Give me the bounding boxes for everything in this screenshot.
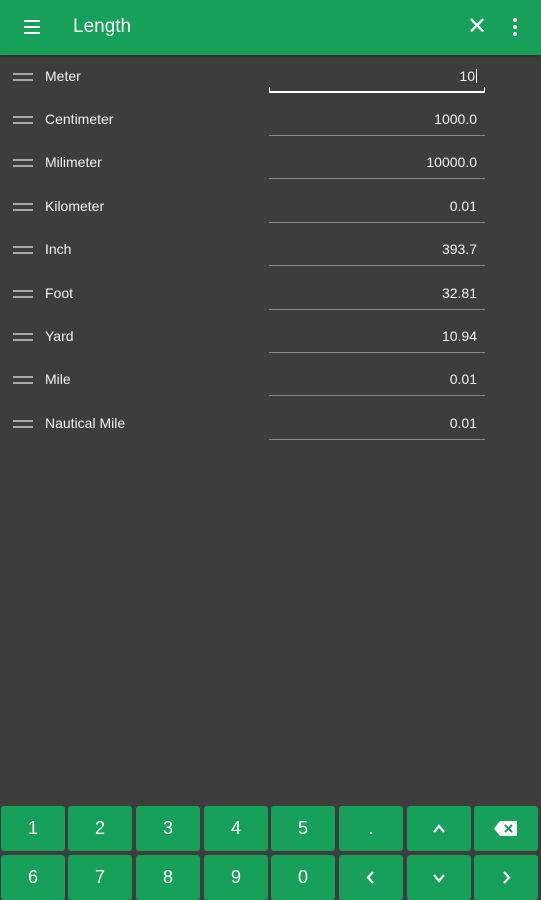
unit-row-kilometer: Kilometer 0.01 <box>0 186 541 229</box>
drag-handle-icon[interactable] <box>13 114 33 126</box>
key-0[interactable]: 0 <box>271 855 335 900</box>
value-input-yard[interactable]: 10.94 <box>269 325 485 353</box>
drag-handle-icon[interactable] <box>13 71 33 83</box>
unit-label: Foot <box>45 285 74 301</box>
unit-label: Nautical Mile <box>45 415 126 431</box>
unit-row-foot: Foot 32.81 <box>0 273 541 316</box>
text-cursor <box>476 69 477 83</box>
arrow-down-icon[interactable] <box>407 855 471 900</box>
value-input-inch[interactable]: 393.7 <box>269 238 485 266</box>
unit-label: Meter <box>45 68 81 84</box>
value-input-milimeter[interactable]: 10000.0 <box>269 151 485 179</box>
key-3[interactable]: 3 <box>136 806 200 851</box>
unit-label: Kilometer <box>45 198 105 214</box>
value-input-nautical-mile[interactable]: 0.01 <box>269 412 485 440</box>
app-bar: Length ✕ <box>0 0 541 55</box>
arrow-up-icon[interactable] <box>407 806 471 851</box>
key-5[interactable]: 5 <box>271 806 335 851</box>
key-decimal[interactable]: . <box>339 806 403 851</box>
drag-handle-icon[interactable] <box>13 244 33 256</box>
drag-handle-icon[interactable] <box>13 201 33 213</box>
value-input-foot[interactable]: 32.81 <box>269 282 485 310</box>
value-input-centimeter[interactable]: 1000.0 <box>269 108 485 136</box>
drag-handle-icon[interactable] <box>13 418 33 430</box>
value-input-kilometer[interactable]: 0.01 <box>269 195 485 223</box>
arrow-right-icon[interactable] <box>474 855 538 900</box>
numeric-keypad: 1 2 3 4 5 . 6 7 8 9 0 <box>0 805 541 900</box>
unit-row-nautical-mile: Nautical Mile 0.01 <box>0 403 541 446</box>
unit-row-centimeter: Centimeter 1000.0 <box>0 99 541 142</box>
unit-label: Milimeter <box>45 154 102 170</box>
unit-label: Yard <box>45 328 74 344</box>
unit-label: Inch <box>45 241 72 257</box>
key-8[interactable]: 8 <box>136 855 200 900</box>
drag-handle-icon[interactable] <box>13 331 33 343</box>
page-title: Length <box>73 16 132 37</box>
unit-row-mile: Mile 0.01 <box>0 359 541 402</box>
key-9[interactable]: 9 <box>204 855 268 900</box>
more-vert-icon[interactable] <box>506 16 524 38</box>
key-6[interactable]: 6 <box>1 855 65 900</box>
unit-row-milimeter: Milimeter 10000.0 <box>0 142 541 185</box>
unit-row-yard: Yard 10.94 <box>0 316 541 359</box>
key-4[interactable]: 4 <box>204 806 268 851</box>
unit-label: Centimeter <box>45 111 114 127</box>
value-input-meter[interactable]: 10 <box>269 65 485 93</box>
value-input-mile[interactable]: 0.01 <box>269 368 485 396</box>
key-1[interactable]: 1 <box>1 806 65 851</box>
key-2[interactable]: 2 <box>68 806 132 851</box>
backspace-icon[interactable] <box>474 806 538 851</box>
key-7[interactable]: 7 <box>68 855 132 900</box>
unit-row-meter: Meter 10 <box>0 56 541 99</box>
unit-label: Mile <box>45 371 71 387</box>
drag-handle-icon[interactable] <box>13 374 33 386</box>
hamburger-menu-icon[interactable] <box>22 17 44 37</box>
close-icon[interactable]: ✕ <box>465 14 489 40</box>
arrow-left-icon[interactable] <box>339 855 403 900</box>
drag-handle-icon[interactable] <box>13 157 33 169</box>
unit-row-inch: Inch 393.7 <box>0 229 541 272</box>
drag-handle-icon[interactable] <box>13 288 33 300</box>
